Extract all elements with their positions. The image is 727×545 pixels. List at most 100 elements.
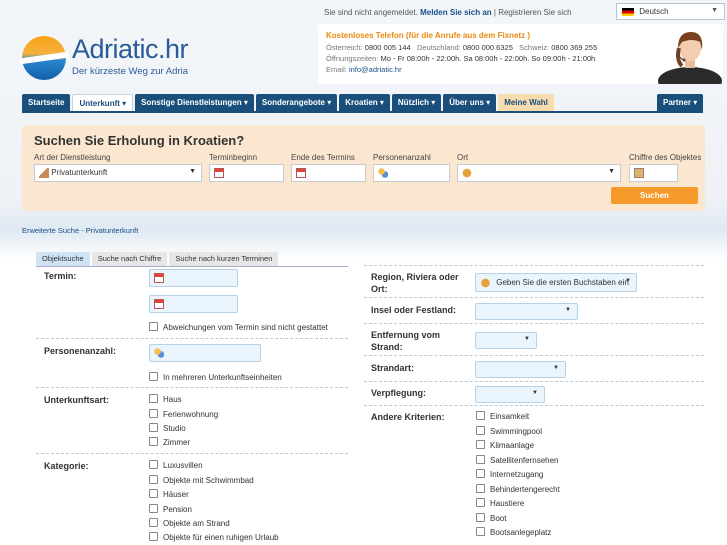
termin-label: Termin: <box>44 271 77 281</box>
call-center-operator-image <box>658 32 722 84</box>
end-date-input[interactable] <box>291 164 366 182</box>
divider <box>364 265 704 266</box>
contact-title: Kostenloses Telefon (für die Anrufe aus … <box>326 31 531 40</box>
nav-item-kroatien[interactable]: Kroatien ▾ <box>339 94 390 112</box>
service-select[interactable]: Privatunterkunft ▼ <box>34 164 202 182</box>
category-checkbox[interactable]: Luxusvillen <box>149 460 203 470</box>
checkbox[interactable] <box>149 322 158 331</box>
logo-icon[interactable] <box>22 36 66 80</box>
criteria-label: Andere Kriterien: <box>371 412 445 422</box>
nav-item-partner[interactable]: Partner ▾ <box>657 94 704 112</box>
nav-item-meine-wahl[interactable]: Meine Wahl <box>498 94 554 112</box>
calendar-icon[interactable] <box>154 299 164 309</box>
contact-email: Email: info@adriatic.hr <box>326 65 402 74</box>
board-label: Verpflegung: <box>371 388 427 398</box>
criteria-checkbox[interactable]: Boot <box>476 513 506 523</box>
calendar-icon[interactable] <box>154 273 164 283</box>
criteria-checkbox[interactable]: Satellitenfernsehen <box>476 455 559 465</box>
divider <box>364 381 704 382</box>
email-link[interactable]: info@adriatic.hr <box>349 65 402 74</box>
beach-select[interactable]: ▼ <box>475 361 566 378</box>
termin-start-input[interactable] <box>149 269 238 287</box>
type-checkbox[interactable]: Zimmer <box>149 437 190 447</box>
object-code-input[interactable] <box>629 164 678 182</box>
category-checkbox[interactable]: Pension <box>149 504 192 514</box>
search-button[interactable]: Suchen <box>611 187 698 204</box>
divider <box>364 405 704 406</box>
search-title: Suchen Sie Erholung in Kroatien? <box>34 133 245 148</box>
criteria-checkbox[interactable]: Bootsanlegeplatz <box>476 527 551 537</box>
nav-item-sonstige-dienstleistungen[interactable]: Sonstige Dienstleistungen ▾ <box>135 94 254 112</box>
island-select[interactable]: ▼ <box>475 303 578 320</box>
region-label: Region, Riviera oder Ort: <box>371 272 459 294</box>
divider <box>36 387 348 388</box>
persons-form-input[interactable] <box>149 344 261 362</box>
criteria-checkbox[interactable]: Swimmingpool <box>476 426 542 436</box>
divider <box>36 453 348 454</box>
type-checkbox[interactable]: Ferienwohnung <box>149 409 218 419</box>
category-checkbox[interactable]: Objekte am Strand <box>149 518 230 528</box>
house-icon <box>39 168 49 178</box>
category-label: Kategorie: <box>44 461 89 471</box>
breadcrumb[interactable]: Erweiterte Suche - Privatunterkunft <box>22 226 138 235</box>
chevron-down-icon: ▼ <box>532 390 538 396</box>
multi-units-checkbox[interactable]: In mehreren Unterkunftseinheiten <box>149 372 282 382</box>
divider <box>364 297 704 298</box>
login-link[interactable]: Melden Sie sich an <box>420 8 492 17</box>
map-pin-icon <box>480 278 491 288</box>
category-checkbox[interactable]: Objekte mit Schwimmbad <box>149 475 254 485</box>
divider <box>364 323 704 324</box>
register-link[interactable]: Registrieren Sie sich <box>498 8 571 17</box>
persons-icon <box>378 168 388 178</box>
type-checkbox[interactable]: Haus <box>149 394 182 404</box>
object-code-label: Chiffre des Objektes <box>629 153 702 162</box>
criteria-checkbox[interactable]: Internetzugang <box>476 469 543 479</box>
criteria-checkbox[interactable]: Klimaanlage <box>476 440 534 450</box>
calendar-icon[interactable] <box>214 168 224 178</box>
category-checkbox[interactable]: Häuser <box>149 489 189 499</box>
distance-label: Entfernung vom Strand: <box>371 330 440 352</box>
search-tabs: Objektsuche Suche nach Chiffre Suche nac… <box>36 252 279 266</box>
category-checkbox[interactable]: Objekte für einen ruhigen Urlaub <box>149 532 279 542</box>
calendar-icon[interactable] <box>296 168 306 178</box>
criteria-checkbox[interactable]: Einsamkeit <box>476 411 529 421</box>
board-select[interactable]: ▼ <box>475 386 545 403</box>
place-label: Ort <box>457 153 469 162</box>
chevron-down-icon: ▼ <box>553 365 559 371</box>
map-pin-icon <box>462 168 472 178</box>
tab-suche-nach-chiffre[interactable]: Suche nach Chiffre <box>91 252 168 266</box>
service-value: Privatunterkunft <box>51 168 108 178</box>
nav-item-ueber-uns[interactable]: Über uns ▾ <box>443 94 497 112</box>
deviation-checkbox[interactable]: Abweichungen vom Termin sind nicht gesta… <box>149 322 328 332</box>
nav-item-startseite[interactable]: Startseite <box>22 94 71 112</box>
nav-underline <box>22 111 703 113</box>
nav-item-nuetzlich[interactable]: Nützlich ▾ <box>391 94 442 112</box>
region-select[interactable]: Geben Sie die ersten Buchstaben ein ▼ <box>475 273 637 292</box>
nav-item-unterkunft[interactable]: Unterkunft ▾ <box>72 94 134 112</box>
tab-underline <box>36 266 348 267</box>
language-select[interactable]: Deutsch ▼ <box>616 3 725 20</box>
start-date-label: Terminbeginn <box>209 153 258 162</box>
tab-suche-kurze-termine[interactable]: Suche nach kurzen Terminen <box>169 252 279 266</box>
service-label: Art der Dienstleistung <box>34 153 111 162</box>
checkbox[interactable] <box>149 372 158 381</box>
island-label: Insel oder Festland: <box>371 305 457 315</box>
place-select[interactable]: ▼ <box>457 164 621 182</box>
login-status-text: Sie sind nicht angemeldet. <box>324 8 418 17</box>
persons-icon <box>154 348 164 358</box>
criteria-checkbox[interactable]: Haustiere <box>476 498 524 508</box>
criteria-checkbox[interactable]: Behindertengerecht <box>476 484 560 494</box>
persons-label: Personenanzahl <box>373 153 431 162</box>
persons-input[interactable] <box>373 164 450 182</box>
opening-hours: Öffnungszeiten: Mo - Fr 08:00h - 22:00h.… <box>326 54 596 63</box>
type-checkbox[interactable]: Studio <box>149 423 186 433</box>
termin-end-input[interactable] <box>149 295 238 313</box>
nav-item-sonderangebote[interactable]: Sonderangebote ▾ <box>255 94 338 112</box>
distance-select[interactable]: ▼ <box>475 332 537 349</box>
start-date-input[interactable] <box>209 164 284 182</box>
login-status-bar: Sie sind nicht angemeldet. Melden Sie si… <box>324 8 572 17</box>
tab-objektsuche[interactable]: Objektsuche <box>36 252 90 266</box>
language-value: Deutsch <box>639 7 669 16</box>
chevron-down-icon: ▼ <box>189 168 196 175</box>
logo-text[interactable]: Adriatic.hr <box>72 34 189 65</box>
